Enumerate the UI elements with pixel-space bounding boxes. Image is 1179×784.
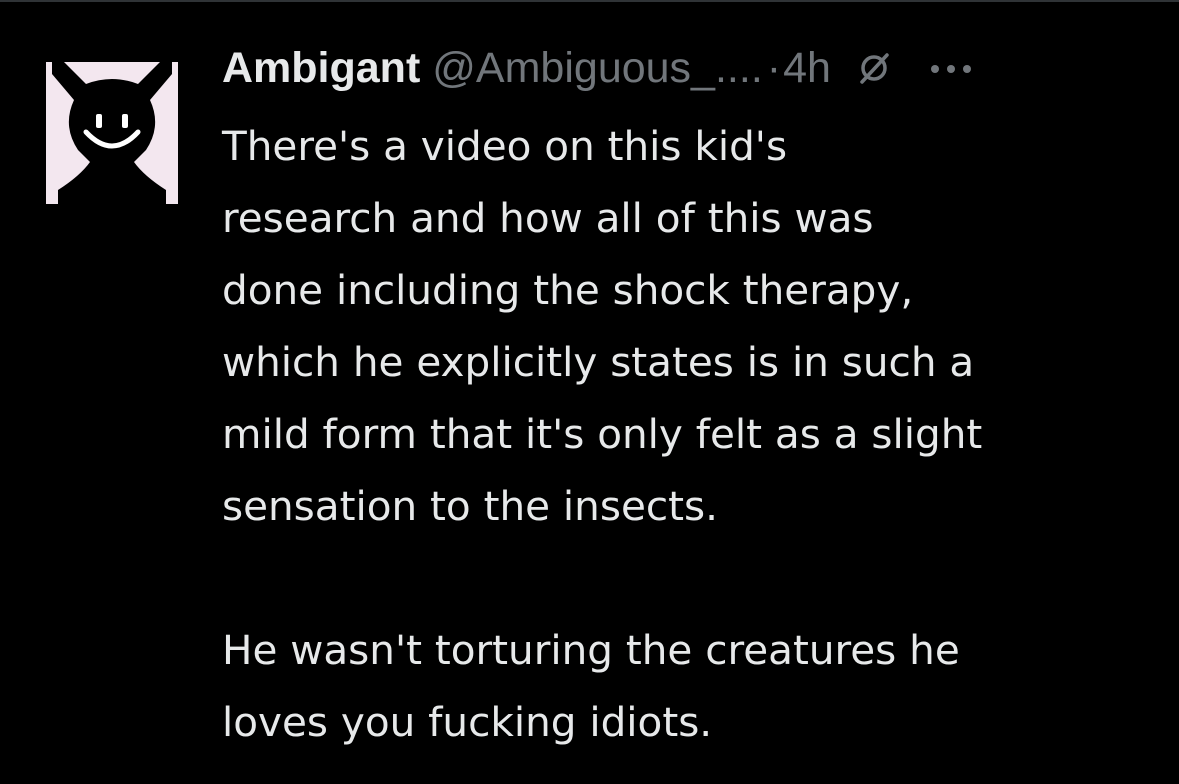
author-handle[interactable]: @Ambiguous_....: [432, 44, 762, 93]
tweet-paragraph-2: He wasn't torturing the creatures he lov…: [222, 626, 960, 746]
tweet-card[interactable]: Ambigant @Ambiguous_.... · 4h There's a …: [0, 0, 1179, 784]
timestamp[interactable]: 4h: [783, 44, 831, 93]
smiling-horned-figure-avatar-icon: [46, 50, 178, 204]
more-options-icon[interactable]: [929, 61, 973, 75]
avatar[interactable]: [46, 44, 178, 204]
separator-dot: ·: [766, 43, 782, 92]
tweet-paragraph-1: There's a video on this kid's research a…: [222, 122, 983, 530]
tweet-text: There's a video on this kid's research a…: [222, 110, 1172, 758]
author-display-name[interactable]: Ambigant: [222, 44, 420, 93]
tweet-header: Ambigant @Ambiguous_.... · 4h: [222, 40, 1162, 96]
muted-circle-slash-icon: [857, 51, 891, 85]
